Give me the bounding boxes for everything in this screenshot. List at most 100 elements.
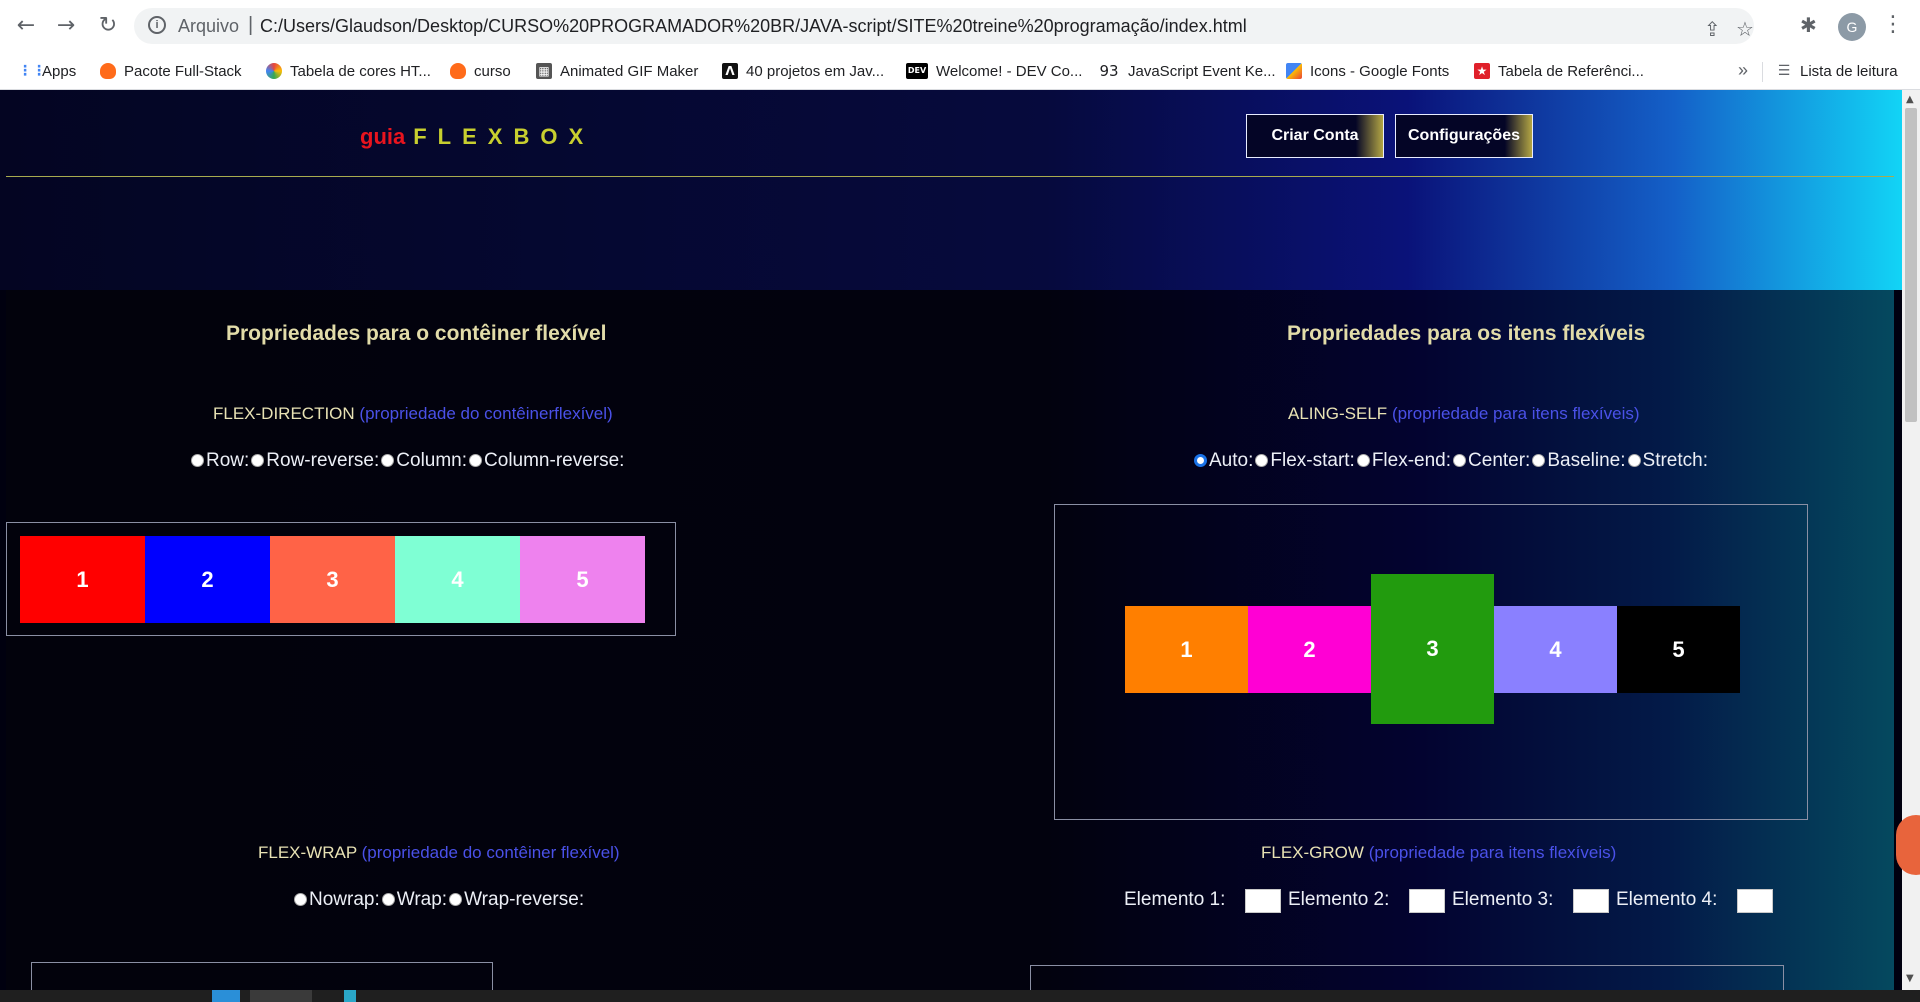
taskbar-app-icon[interactable] bbox=[212, 990, 240, 1002]
code-logo-icon: Λ bbox=[722, 63, 738, 79]
radio-flex-start[interactable] bbox=[1255, 453, 1269, 467]
grow-input-2[interactable] bbox=[1409, 889, 1445, 913]
scrollbar-thumb[interactable] bbox=[1905, 108, 1917, 422]
radio-baseline[interactable] bbox=[1532, 453, 1546, 467]
grow-input-1[interactable] bbox=[1245, 889, 1281, 913]
bookmark-label: Icons - Google Fonts bbox=[1310, 62, 1450, 80]
direction-item-2: 2 bbox=[145, 536, 270, 623]
bookmark-curso[interactable]: curso bbox=[450, 61, 511, 81]
align-self-options: Auto: Flex-start: Flex-end: Center: Base… bbox=[1194, 450, 1710, 472]
option-flex-start-label: Flex-start: bbox=[1270, 450, 1355, 471]
bookmark-star-icon[interactable]: ☆ bbox=[1736, 17, 1754, 41]
bookmark-label: Welcome! - DEV Co... bbox=[936, 62, 1083, 80]
bookmark-label: Pacote Full-Stack bbox=[124, 62, 242, 80]
reading-list[interactable]: ☰ Lista de leitura bbox=[1776, 61, 1898, 81]
radio-column[interactable] bbox=[381, 453, 395, 467]
reading-list-label: Lista de leitura bbox=[1800, 62, 1898, 80]
radio-wrap-reverse[interactable] bbox=[449, 892, 463, 906]
bookmark-dev-community[interactable]: DEV Welcome! - DEV Co... bbox=[906, 61, 1082, 81]
align-self-demo-container: 1 2 3 4 5 bbox=[1054, 504, 1808, 820]
radio-auto[interactable] bbox=[1194, 453, 1207, 467]
taskbar-app-icon[interactable] bbox=[344, 990, 356, 1002]
radio-flex-end[interactable] bbox=[1356, 453, 1370, 467]
direction-item-4: 4 bbox=[395, 536, 520, 623]
flex-direction-name: FLEX-DIRECTION bbox=[213, 404, 355, 423]
bookmark-google-fonts[interactable]: Icons - Google Fonts bbox=[1286, 61, 1449, 81]
bookmark-40-projetos[interactable]: Λ 40 projetos em Jav... bbox=[722, 61, 884, 81]
scroll-down-icon[interactable]: ▼ bbox=[1906, 973, 1914, 984]
bookmark-label: Apps bbox=[42, 62, 77, 80]
scroll-up-icon[interactable]: ▲ bbox=[1906, 94, 1914, 105]
profile-avatar[interactable]: G bbox=[1838, 13, 1866, 41]
scheme-separator: | bbox=[248, 14, 254, 36]
bookmarks-bar: ⋮⋮ Apps Pacote Full-Stack Tabela de core… bbox=[0, 52, 1920, 90]
option-stretch-label: Stretch: bbox=[1642, 450, 1708, 471]
option-flex-end-label: Flex-end: bbox=[1371, 450, 1452, 471]
flame-icon bbox=[450, 63, 466, 79]
main-content: Propriedades para o contêiner flexível F… bbox=[6, 290, 1894, 990]
radio-stretch[interactable] bbox=[1627, 453, 1641, 467]
radio-row[interactable] bbox=[191, 453, 204, 467]
bookmark-label: 40 projetos em Jav... bbox=[746, 62, 885, 80]
create-account-button[interactable]: Criar Conta bbox=[1246, 114, 1384, 158]
grow-input-4[interactable] bbox=[1737, 889, 1773, 913]
radio-nowrap[interactable] bbox=[294, 892, 307, 906]
browser-toolbar: ← → ↻ i Arquivo | C:/Users/Glaudson/Desk… bbox=[0, 0, 1920, 52]
radio-row-reverse[interactable] bbox=[251, 453, 265, 467]
flex-direction-demo-container: 1 2 3 4 5 bbox=[6, 522, 676, 636]
radio-center[interactable] bbox=[1453, 453, 1467, 467]
url-text[interactable]: C:/Users/Glaudson/Desktop/CURSO%20PROGRA… bbox=[260, 16, 1247, 37]
flex-wrap-heading: FLEX-WRAP (propriedade do contêiner flex… bbox=[258, 843, 620, 863]
google-fonts-icon bbox=[1286, 63, 1302, 79]
radio-column-reverse[interactable] bbox=[469, 453, 483, 467]
back-icon[interactable]: ← bbox=[12, 12, 40, 40]
bookmark-js-event-keycodes[interactable]: 93 JavaScript Event Ke... bbox=[1098, 61, 1276, 81]
address-bar[interactable]: i Arquivo | C:/Users/Glaudson/Desktop/CU… bbox=[134, 8, 1754, 44]
dev-logo-icon: DEV bbox=[906, 63, 928, 79]
bookmark-apps[interactable]: ⋮⋮ Apps bbox=[18, 61, 76, 81]
flex-wrap-desc: (propriedade do contêiner flexível) bbox=[361, 843, 620, 862]
option-baseline-label: Baseline: bbox=[1547, 450, 1626, 471]
grow-input-3[interactable] bbox=[1573, 889, 1609, 913]
option-column-label: Column: bbox=[396, 450, 468, 471]
reload-icon[interactable]: ↻ bbox=[94, 12, 122, 40]
star-badge-icon: ★ bbox=[1474, 63, 1490, 79]
bookmark-tabela-referencia[interactable]: ★ Tabela de Referênci... bbox=[1474, 61, 1644, 81]
floating-side-button[interactable] bbox=[1896, 815, 1920, 875]
share-icon[interactable]: ⇪ bbox=[1704, 17, 1721, 41]
flex-wrap-name: FLEX-WRAP bbox=[258, 843, 357, 862]
flex-wrap-options: Nowrap: Wrap: Wrap-reverse: bbox=[294, 889, 586, 911]
flex-direction-desc: (propriedade do contêinerflexível) bbox=[359, 404, 613, 423]
item-properties-title: Propriedades para os itens flexíveis bbox=[1287, 322, 1646, 345]
grow-label-1: Elemento 1: bbox=[1124, 889, 1226, 910]
bookmark-label: Animated GIF Maker bbox=[560, 62, 699, 80]
align-item-1: 1 bbox=[1125, 606, 1248, 693]
extensions-icon[interactable]: ✱ bbox=[1800, 13, 1817, 37]
more-bookmarks-chevron-icon[interactable]: » bbox=[1738, 60, 1748, 81]
site-logo[interactable]: guia FLEXBOX bbox=[360, 124, 594, 150]
align-item-4: 4 bbox=[1494, 606, 1617, 693]
bookmark-pacote-full-stack[interactable]: Pacote Full-Stack bbox=[100, 61, 242, 81]
forward-icon[interactable]: → bbox=[52, 12, 80, 40]
bookmark-animated-gif-maker[interactable]: ▦ Animated GIF Maker bbox=[536, 61, 698, 81]
option-nowrap-label: Nowrap: bbox=[309, 889, 380, 910]
direction-item-5: 5 bbox=[520, 536, 645, 623]
bookmark-tabela-cores[interactable]: Tabela de cores HT... bbox=[266, 61, 431, 81]
bookmark-label: Tabela de Referênci... bbox=[1498, 62, 1644, 80]
flex-grow-desc: (propriedade para itens flexíveis) bbox=[1368, 843, 1617, 862]
align-self-name: ALING-SELF bbox=[1288, 404, 1388, 423]
web-page: guia FLEXBOX Criar Conta Configurações Pr… bbox=[0, 90, 1902, 990]
option-row-label: Row: bbox=[206, 450, 250, 471]
flex-grow-heading: FLEX-GROW (propriedade para itens flexív… bbox=[1261, 843, 1616, 863]
taskbar-active-app[interactable] bbox=[250, 990, 312, 1002]
info-icon[interactable]: i bbox=[148, 16, 166, 34]
reading-list-icon: ☰ bbox=[1776, 63, 1792, 79]
align-self-desc: (propriedade para itens flexíveis) bbox=[1391, 404, 1640, 423]
flex-direction-options: Row: Row-reverse: Column: Column-reverse… bbox=[191, 450, 626, 472]
radio-wrap[interactable] bbox=[381, 892, 395, 906]
bookmark-label: Tabela de cores HT... bbox=[290, 62, 431, 80]
align-item-5: 5 bbox=[1617, 606, 1740, 693]
bookmark-label: JavaScript Event Ke... bbox=[1128, 62, 1276, 80]
settings-button[interactable]: Configurações bbox=[1395, 114, 1533, 158]
menu-kebab-icon[interactable]: ⋮ bbox=[1882, 12, 1904, 37]
